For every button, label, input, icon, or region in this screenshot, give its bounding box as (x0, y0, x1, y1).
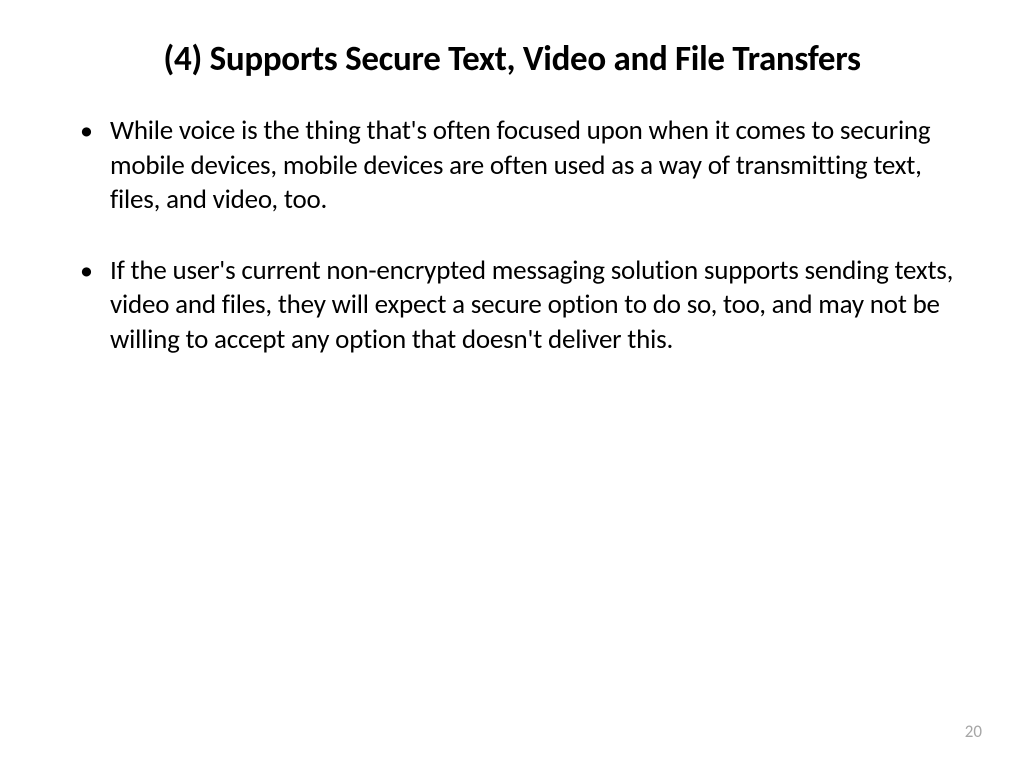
slide-title: (4) Supports Secure Text, Video and File… (68, 38, 956, 80)
slide-content: While voice is the thing that's often fo… (68, 114, 956, 357)
bullet-list: While voice is the thing that's often fo… (76, 114, 956, 357)
page-number: 20 (965, 721, 982, 742)
slide-container: (4) Supports Secure Text, Video and File… (0, 0, 1024, 768)
bullet-item: While voice is the thing that's often fo… (76, 114, 956, 218)
bullet-item: If the user's current non-encrypted mess… (76, 254, 956, 358)
